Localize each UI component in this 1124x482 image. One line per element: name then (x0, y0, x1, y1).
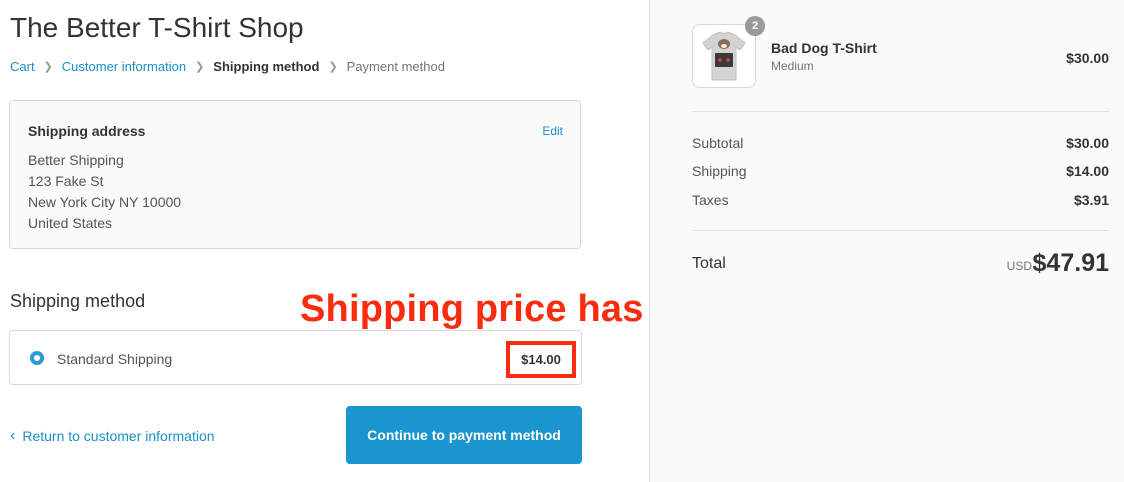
product-variant: Medium (771, 59, 814, 73)
subtotal-value: $30.00 (1066, 135, 1109, 151)
breadcrumb-shipping-method: Shipping method (213, 59, 320, 74)
address-line: 123 Fake St (28, 173, 104, 189)
continue-to-payment-button[interactable]: Continue to payment method (346, 406, 582, 464)
quantity-badge: 2 (745, 16, 765, 36)
total-currency: USD (1006, 259, 1032, 273)
address-line: Better Shipping (28, 152, 124, 168)
chevron-left-icon: ‹ (10, 427, 16, 444)
breadcrumb: Cart ❯ Customer information ❯ Shipping m… (10, 59, 445, 74)
divider (692, 111, 1109, 112)
product-name: Bad Dog T-Shirt (771, 40, 877, 56)
product-price: $30.00 (1066, 50, 1109, 66)
shipping-address-card: Shipping address Edit Better Shipping 12… (9, 100, 581, 249)
edit-address-link[interactable]: Edit (542, 124, 563, 138)
subtotal-label: Subtotal (692, 135, 744, 151)
breadcrumb-customer-information[interactable]: Customer information (62, 59, 186, 74)
total-value: $47.91 (1032, 249, 1109, 277)
return-to-customer-information-link[interactable]: ‹ Return to customer information (10, 427, 215, 445)
breadcrumb-payment-method: Payment method (346, 59, 445, 74)
divider (692, 230, 1109, 231)
shipping-option-price: $14.00 (521, 352, 561, 367)
return-link-label: Return to customer information (22, 428, 215, 444)
chevron-right-icon: ❯ (195, 61, 205, 73)
taxes-label: Taxes (692, 192, 729, 208)
shipping-option-name: Standard Shipping (57, 351, 173, 367)
shipping-address-heading: Shipping address (28, 123, 146, 139)
chevron-right-icon: ❯ (43, 61, 53, 73)
breadcrumb-cart[interactable]: Cart (10, 59, 35, 74)
annotation-highlight-box: $14.00 (506, 341, 576, 378)
shop-title: The Better T-Shirt Shop (10, 12, 304, 43)
shipping-value: $14.00 (1066, 163, 1109, 179)
total-label: Total (692, 255, 726, 272)
address-lines: Better Shipping 123 Fake St New York Cit… (28, 150, 181, 234)
chevron-right-icon: ❯ (328, 61, 338, 73)
product-thumbnail (692, 24, 756, 88)
shipping-label: Shipping (692, 163, 747, 179)
radio-selected-icon[interactable] (30, 351, 44, 365)
shipping-method-heading: Shipping method (10, 291, 146, 311)
taxes-value: $3.91 (1073, 192, 1109, 208)
checkout-main-panel: The Better T-Shirt Shop Cart ❯ Customer … (0, 0, 803, 482)
address-line: New York City NY 10000 (28, 194, 182, 210)
address-line: United States (28, 215, 113, 231)
shipping-option-standard[interactable]: Standard Shipping $14.00 (9, 330, 582, 385)
tshirt-image-icon (702, 31, 746, 81)
order-summary-panel: 2 Bad Dog T-Shirt Medium $30.00 Subtotal… (649, 0, 1124, 482)
